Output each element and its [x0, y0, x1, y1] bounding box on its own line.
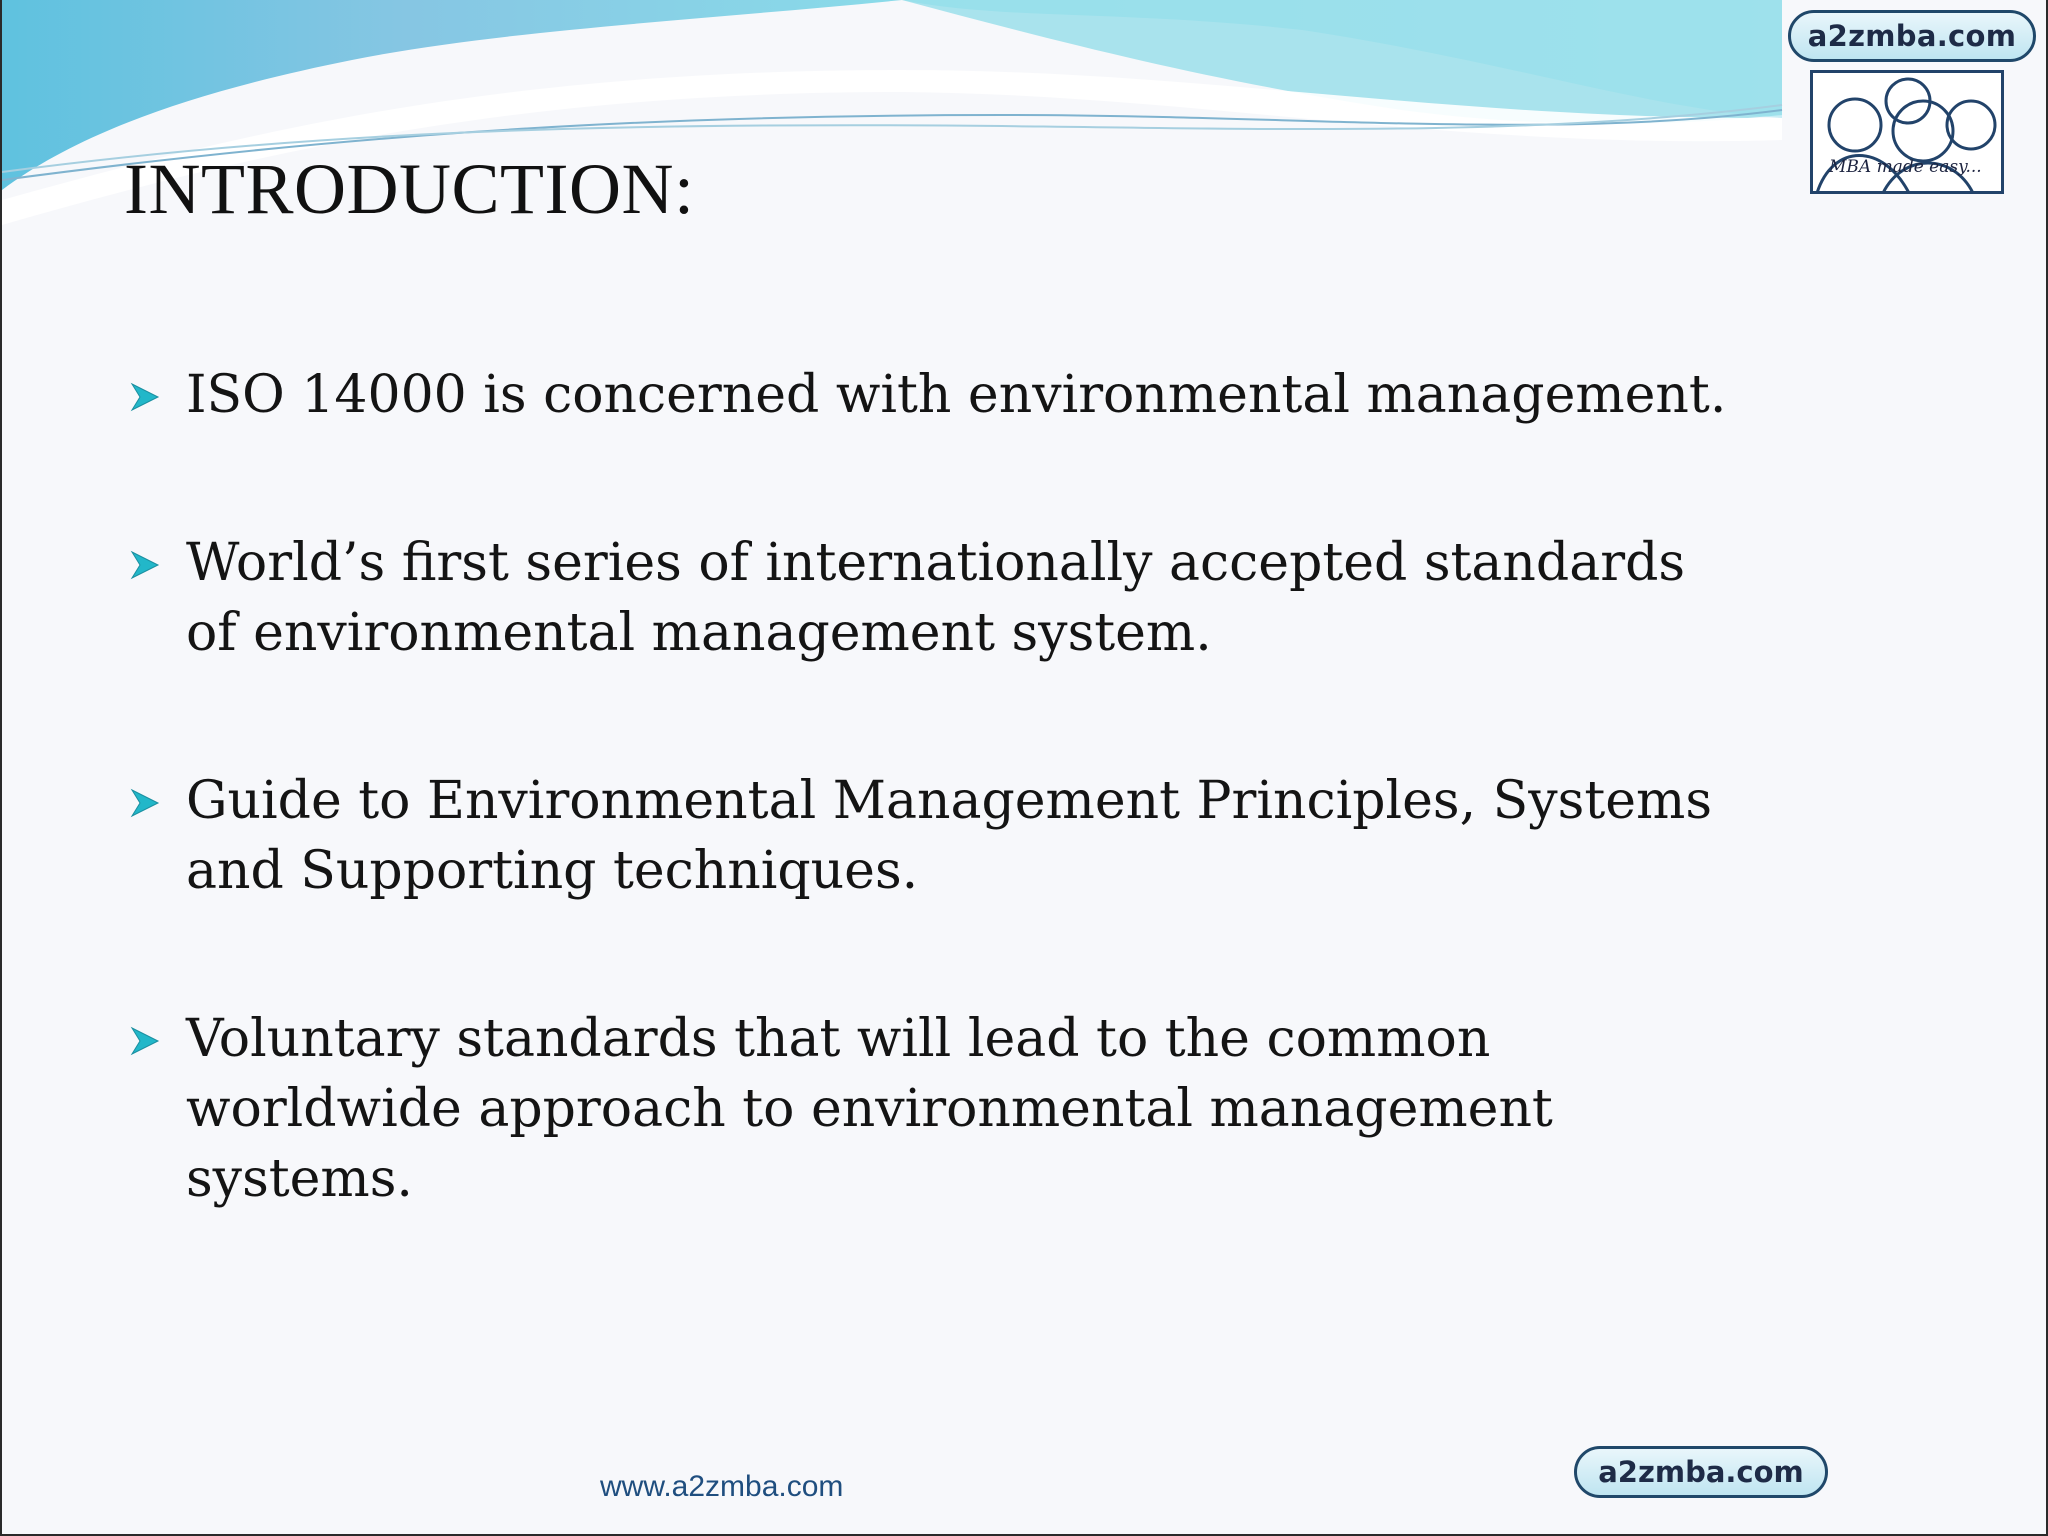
bullet-text: Voluntary standards that will lead to th…	[186, 1009, 1553, 1209]
arrow-bullet-icon	[130, 1026, 160, 1056]
slide-title: INTRODUCTION:	[124, 149, 695, 229]
arrow-bullet-icon	[130, 550, 160, 580]
brand-logo-emblem: MBA made easy...	[1810, 70, 2004, 194]
brand-tagline: MBA made easy...	[1829, 157, 1982, 177]
bullet-item: World’s first series of internationally …	[126, 528, 1746, 668]
bullet-list: ISO 14000 is concerned with environmenta…	[126, 360, 1746, 1312]
arrow-bullet-icon	[130, 382, 160, 412]
brand-logo-text: a2zmba.com	[1788, 10, 2036, 62]
bullet-text: Guide to Environmental Management Princi…	[186, 771, 1713, 901]
bullet-item: Guide to Environmental Management Princi…	[126, 766, 1746, 906]
bullet-item: ISO 14000 is concerned with environmenta…	[126, 360, 1746, 430]
bullet-text: World’s first series of internationally …	[186, 533, 1686, 663]
bullet-text: ISO 14000 is concerned with environmenta…	[186, 365, 1727, 425]
footer-website-link[interactable]: www.a2zmba.com	[600, 1470, 843, 1504]
bullet-item: Voluntary standards that will lead to th…	[126, 1004, 1746, 1214]
arrow-bullet-icon	[130, 788, 160, 818]
footer-brand-badge[interactable]: a2zmba.com	[1574, 1446, 1828, 1498]
slide: a2zmba.com MBA made easy... INTRODUCTION…	[0, 0, 2048, 1536]
people-icon	[1815, 77, 1997, 194]
brand-logo[interactable]: a2zmba.com MBA made easy...	[1788, 10, 2038, 196]
